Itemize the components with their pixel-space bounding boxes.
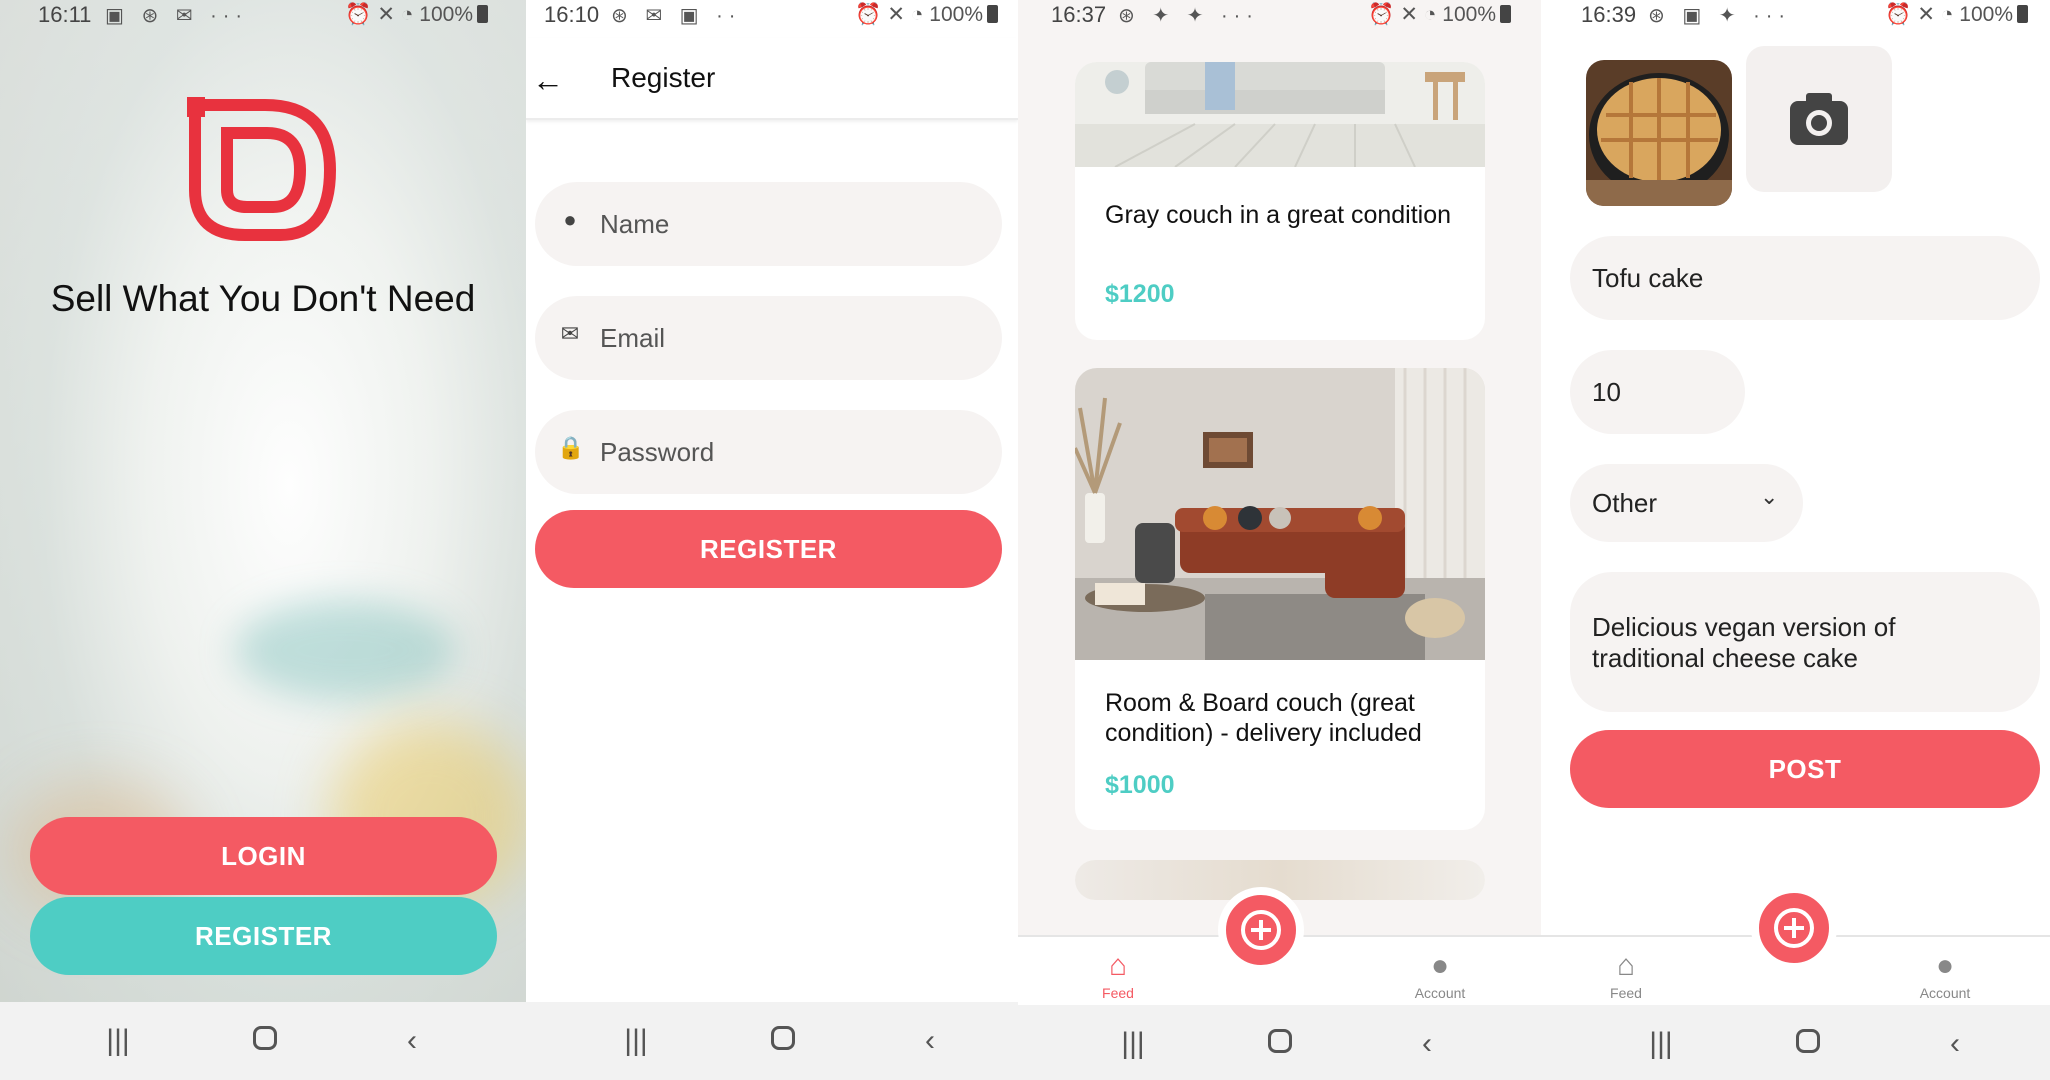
tab-feed-label: Feed xyxy=(1610,985,1642,1001)
register-button[interactable]: REGISTER xyxy=(30,897,497,975)
listing-price: $1000 xyxy=(1105,771,1175,799)
system-icons: ⏰ ✕ ◔ 100% xyxy=(345,2,488,27)
listing-photo-thumbnail[interactable] xyxy=(1586,60,1732,206)
tab-account-label: Account xyxy=(1919,985,1971,1001)
battery-level: 100% xyxy=(929,3,983,26)
camera-icon xyxy=(1790,93,1848,145)
battery-icon xyxy=(1500,5,1511,23)
title-value: Tofu cake xyxy=(1592,263,1704,293)
home-tab-icon: ⌂ xyxy=(1108,949,1128,982)
system-icons: ⏰ ✕ ◔ 100% xyxy=(1885,2,2028,27)
android-nav-bar: ||| ‹ xyxy=(0,1002,526,1080)
tab-account-label: Account xyxy=(1414,985,1466,1001)
home-icon[interactable] xyxy=(763,1024,803,1058)
category-value: Other xyxy=(1592,488,1658,518)
app-bar: ← Register xyxy=(526,38,1018,120)
battery-icon xyxy=(987,5,998,23)
tab-feed[interactable]: ⌂ Feed xyxy=(1581,947,1671,1001)
home-icon[interactable] xyxy=(1788,1027,1828,1061)
title-input[interactable]: Tofu cake xyxy=(1570,236,2040,320)
email-field[interactable]: ✉ Email xyxy=(535,296,1002,380)
system-icons: ⏰ ✕ ◔ 100% xyxy=(855,2,998,27)
password-placeholder: Password xyxy=(600,437,715,467)
add-listing-button[interactable] xyxy=(1751,885,1837,971)
tab-account[interactable]: ● Account xyxy=(1395,947,1485,1001)
tab-feed-label: Feed xyxy=(1102,985,1134,1001)
tab-feed[interactable]: ⌂ Feed xyxy=(1073,947,1163,1001)
status-bar: 16:11 ▣ ⊛ ✉ ··· ⏰ ✕ ◔ 100% xyxy=(0,0,526,30)
lock-icon: 🔒 xyxy=(557,435,585,460)
battery-level: 100% xyxy=(1442,3,1496,26)
battery-icon xyxy=(2017,5,2028,23)
status-bar: 16:39 ⊛ ▣ ✦ ··· ⏰ ✕ ◔ 100% xyxy=(1541,0,2050,30)
register-submit-button[interactable]: REGISTER xyxy=(535,510,1002,588)
email-placeholder: Email xyxy=(600,323,666,353)
android-nav-bar: ||| ‹ xyxy=(1541,1005,2050,1080)
status-time: 16:39 xyxy=(1581,2,1637,27)
add-photo-button[interactable] xyxy=(1746,46,1892,192)
recent-apps-icon[interactable]: ||| xyxy=(1113,1027,1153,1061)
status-time: 16:37 xyxy=(1051,2,1107,27)
battery-level: 100% xyxy=(1959,3,2013,26)
listing-title: Gray couch in a great condition xyxy=(1105,201,1452,229)
back-icon[interactable]: ‹ xyxy=(1935,1027,1975,1061)
description-input[interactable]: Delicious vegan version of traditional c… xyxy=(1570,572,2040,712)
page-title: Register xyxy=(611,62,716,93)
person-tab-icon: ● xyxy=(1430,949,1450,982)
listing-price: $1200 xyxy=(1105,280,1175,308)
listing-title: Room & Board couch (great condition) - d… xyxy=(1105,689,1422,747)
register-screen: 16:10 ⊛ ✉ ▣ ·· ⏰ ✕ ◔ 100% ← Register ● N… xyxy=(526,0,1018,1080)
notification-icons: ⊛ ✉ ▣ ·· xyxy=(611,5,742,27)
notification-icons: ▣ ⊛ ✉ ··· xyxy=(105,5,249,27)
feed-screen: 16:37 ⊛ ✦ ✦ ··· ⏰ ✕ ◔ 100% Gray couch in… xyxy=(1018,0,1541,1080)
app-logo-icon xyxy=(187,97,337,241)
status-bar: 16:37 ⊛ ✦ ✦ ··· ⏰ ✕ ◔ 100% xyxy=(1018,0,1541,30)
description-value: Delicious vegan version of traditional c… xyxy=(1592,612,1896,673)
home-icon[interactable] xyxy=(1260,1027,1300,1061)
new-listing-screen: 16:39 ⊛ ▣ ✦ ··· ⏰ ✕ ◔ 100% Tofu cake 10 … xyxy=(1541,0,2050,1080)
back-icon[interactable]: ‹ xyxy=(392,1024,432,1058)
person-icon: ● xyxy=(563,207,577,232)
recent-apps-icon[interactable]: ||| xyxy=(1641,1027,1681,1061)
notification-icons: ⊛ ✦ ✦ ··· xyxy=(1118,5,1259,27)
login-button[interactable]: LOGIN xyxy=(30,817,497,895)
status-time: 16:11 xyxy=(38,2,92,27)
listing-photo xyxy=(1075,62,1485,167)
recent-apps-icon[interactable]: ||| xyxy=(616,1024,656,1058)
password-field[interactable]: 🔒 Password xyxy=(535,410,1002,494)
add-listing-button[interactable] xyxy=(1218,887,1304,973)
plus-icon xyxy=(1241,910,1281,950)
recent-apps-icon[interactable]: ||| xyxy=(98,1024,138,1058)
quantity-input[interactable]: 10 xyxy=(1570,350,1745,434)
tab-account[interactable]: ● Account xyxy=(1900,947,1990,1001)
home-tab-icon: ⌂ xyxy=(1616,949,1636,982)
system-icons: ⏰ ✕ ◔ 100% xyxy=(1368,2,1511,27)
notification-icons: ⊛ ▣ ✦ ··· xyxy=(1648,5,1792,27)
android-nav-bar: ||| ‹ xyxy=(1018,1005,1541,1080)
app-tagline: Sell What You Don't Need xyxy=(50,278,476,319)
quantity-value: 10 xyxy=(1592,377,1621,407)
back-arrow-icon[interactable]: ← xyxy=(532,62,564,99)
person-tab-icon: ● xyxy=(1935,949,1955,982)
back-icon[interactable]: ‹ xyxy=(910,1024,950,1058)
listing-card[interactable]: Room & Board couch (great condition) - d… xyxy=(1075,368,1485,830)
listing-photo xyxy=(1075,368,1485,660)
category-select[interactable]: Other ⌄ xyxy=(1570,464,1803,542)
name-field[interactable]: ● Name xyxy=(535,182,1002,266)
back-icon[interactable]: ‹ xyxy=(1407,1027,1447,1061)
welcome-screen: 16:11 ▣ ⊛ ✉ ··· ⏰ ✕ ◔ 100% Sell What You… xyxy=(0,0,526,1080)
status-bar: 16:10 ⊛ ✉ ▣ ·· ⏰ ✕ ◔ 100% xyxy=(526,0,1018,30)
post-button[interactable]: POST xyxy=(1570,730,2040,808)
battery-icon xyxy=(477,5,488,23)
chevron-down-icon: ⌄ xyxy=(1760,484,1779,509)
name-placeholder: Name xyxy=(600,209,670,239)
plus-icon xyxy=(1774,908,1814,948)
battery-level: 100% xyxy=(419,3,473,26)
listing-card[interactable]: Gray couch in a great condition $1200 xyxy=(1075,62,1485,340)
home-icon[interactable] xyxy=(245,1024,285,1058)
mail-icon: ✉ xyxy=(560,321,580,346)
status-time: 16:10 xyxy=(544,2,600,27)
android-nav-bar: ||| ‹ xyxy=(526,1002,1018,1080)
